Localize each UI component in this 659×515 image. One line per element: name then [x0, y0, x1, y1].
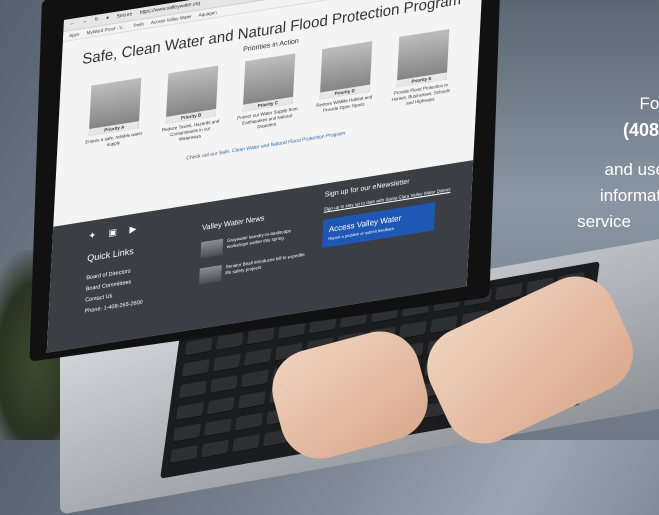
forward-icon[interactable]: → [82, 18, 87, 25]
news-item[interactable]: Senator Beall introduces bill to expedit… [199, 251, 310, 285]
keyboard-key [170, 445, 198, 464]
program-link[interactable]: Safe, Clean Water and Natural Flood Prot… [219, 130, 346, 156]
side-text-line5: service [577, 212, 631, 232]
keyboard-key [176, 402, 204, 421]
priority-image: Priority C [243, 53, 296, 111]
priority-image: Priority B [166, 66, 219, 124]
secure-label: Secure [116, 11, 132, 20]
quick-links-list: Board of Directors Board Committees Cont… [84, 264, 144, 318]
reload-icon[interactable]: ↻ [94, 16, 99, 23]
newsletter-title: Sign up for our eNewsletter [324, 171, 454, 199]
social-links: ✦ ▣ ▶ [88, 222, 147, 242]
bookmark-item[interactable]: Trello [133, 21, 144, 28]
keyboard-key [244, 348, 272, 367]
keyboard-key [213, 354, 241, 373]
keyboard-key [179, 381, 207, 400]
priority-card[interactable]: Priority A Ensure a safe, reliable water… [82, 77, 148, 158]
keyboard-key [241, 370, 269, 389]
bookmark-item[interactable]: Apps [69, 32, 80, 39]
priority-image: Priority A [89, 78, 142, 136]
keyboard-key [232, 434, 260, 453]
side-text-line4: informati [600, 186, 659, 206]
keyboard-key [204, 418, 232, 437]
priority-card[interactable]: Priority E Provide Flood Protection to H… [389, 28, 455, 109]
keyboard-key [399, 321, 427, 340]
keyboard-key [207, 397, 235, 416]
priority-card[interactable]: Priority D Restore Wildlife Habitat and … [312, 40, 378, 121]
news-headline[interactable]: Senator Beall introduces bill to expedit… [225, 251, 310, 280]
priority-card[interactable]: Priority C Protect our Water Supply from… [236, 52, 302, 133]
keyboard-key [235, 413, 263, 432]
news-thumbnail [200, 239, 223, 259]
youtube-icon[interactable]: ▶ [129, 223, 136, 234]
keyboard-key [182, 359, 210, 378]
priority-image: Priority E [396, 29, 449, 87]
news-section: Valley Water News Graywater laundry-to-l… [198, 206, 312, 295]
priority-card[interactable]: Priority B Reduce Toxins, Hazards and Co… [159, 65, 225, 146]
news-headline[interactable]: Graywater laundry-to-landscape workshops… [226, 225, 311, 254]
keyboard-key [185, 337, 213, 356]
twitter-icon[interactable]: ✦ [88, 230, 96, 241]
side-text-line1: For [640, 94, 659, 114]
check-prefix: Check out our [186, 151, 217, 162]
side-text-line3: and use [605, 160, 659, 180]
facebook-icon[interactable]: ▣ [108, 227, 117, 238]
newsletter-section: Sign up for our eNewsletter Sign up to s… [322, 171, 455, 248]
news-thumbnail [199, 265, 222, 285]
side-text-line2: (408) [623, 120, 659, 140]
bookmark-item[interactable]: Aquagen [199, 10, 217, 18]
quick-links-title: Quick Links [87, 246, 134, 263]
keyboard-key [210, 375, 238, 394]
back-icon[interactable]: ← [70, 20, 75, 27]
priority-image: Priority D [319, 41, 372, 99]
keyboard-key [238, 391, 266, 410]
keyboard-key [201, 440, 229, 459]
lock-icon: ● [106, 15, 109, 22]
